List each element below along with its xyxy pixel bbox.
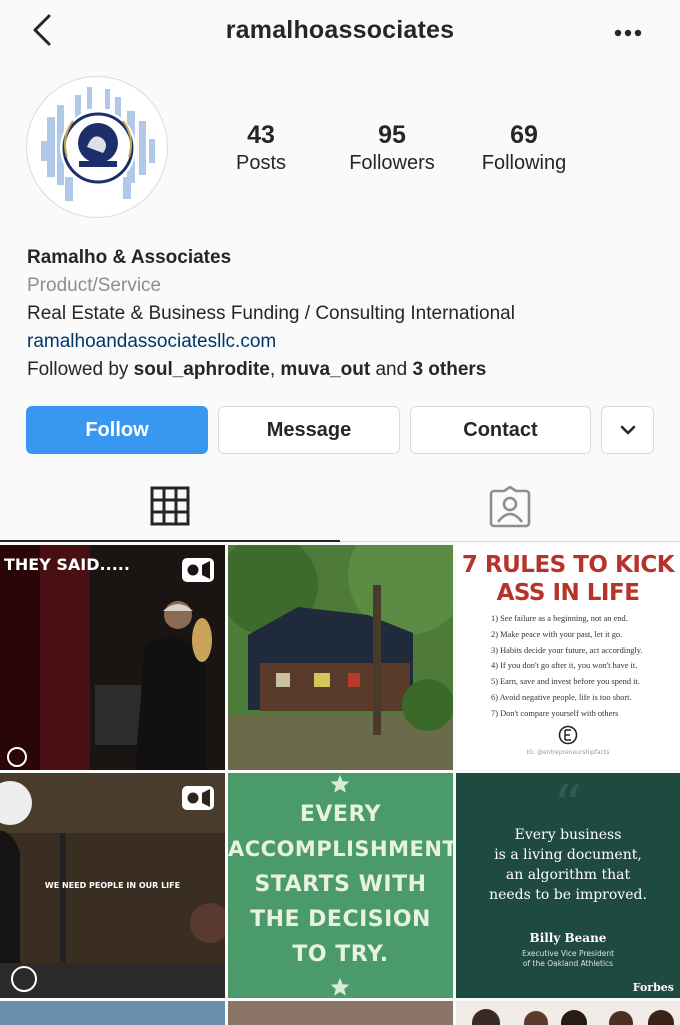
profile-avatar[interactable]: [26, 76, 168, 218]
quote-line: TO TRY.: [292, 942, 389, 967]
stat-label: Following: [481, 152, 567, 174]
stat-count: 43: [247, 121, 275, 149]
profile-username: ramalhoassociates: [225, 16, 455, 44]
p6-role-2: of the Oakland Athletics: [522, 959, 614, 968]
stat-count: 95: [378, 121, 406, 149]
grid-icon: [150, 486, 190, 526]
followed-prefix: Followed by: [27, 359, 134, 380]
profile-bio: Ramalho & Associates Product/Service Rea…: [27, 244, 657, 384]
followed-by-line[interactable]: Followed by soul_aphrodite, muva_out and…: [27, 356, 657, 384]
p6-quote: Every business is a living document, an …: [456, 825, 680, 905]
rule-item: 3) Habits decide your future, act accord…: [491, 645, 643, 655]
stat-label: Posts: [235, 152, 287, 174]
p3-title-1: 7 RULES TO KICK: [461, 552, 675, 578]
post-tile-2[interactable]: [228, 545, 453, 770]
quote-line: an algorithm that: [505, 867, 631, 883]
post-tile-1[interactable]: THEY SAID.....: [0, 545, 225, 770]
quote-line: STARTS WITH: [254, 872, 427, 897]
rule-item: 4) If you don't go after it, you won't h…: [491, 661, 638, 671]
post-tile-8[interactable]: [228, 1001, 453, 1025]
p6-author: Billy Beane: [529, 931, 607, 945]
stat-followers[interactable]: 95 Followers: [336, 120, 448, 176]
more-dots-icon: [614, 29, 642, 37]
stat-label: Followers: [349, 152, 435, 174]
more-options-button[interactable]: [612, 18, 644, 48]
quote-line: Every business: [514, 827, 622, 843]
contact-button[interactable]: Contact: [410, 406, 591, 454]
quote-line: is a living document,: [494, 847, 642, 863]
post-9-image: [456, 1001, 680, 1025]
profile-tabs: [0, 472, 680, 544]
p3-title-2: ASS IN LIFE: [496, 580, 640, 606]
profile-category: Product/Service: [27, 275, 162, 296]
quote-line: THE DECISION: [250, 907, 431, 932]
rule-item: 6) Avoid negative people, life is too sh…: [491, 692, 632, 702]
stat-count: 69: [510, 121, 538, 149]
post-tile-3[interactable]: 7 RULES TO KICK ASS IN LIFE 1) See failu…: [456, 545, 680, 770]
post-1-caption: THEY SAID.....: [4, 555, 130, 574]
suggested-accounts-button[interactable]: [601, 406, 654, 454]
star-icon: [330, 775, 350, 793]
followed-sep: ,: [269, 359, 281, 380]
p3-rules-list: 1) See failure as a beginning, not an en…: [491, 611, 643, 722]
video-icon: [182, 786, 214, 810]
profile-stats: 43 Posts 95 Followers 69 Following: [200, 120, 600, 180]
post-tile-4[interactable]: WE NEED PEOPLE IN OUR LIFE: [0, 773, 225, 998]
star-icon: [330, 978, 350, 996]
stat-following[interactable]: 69 Following: [468, 120, 580, 176]
p6-role-1: Executive Vice President: [521, 949, 615, 958]
top-bar: ramalhoassociates: [0, 0, 680, 64]
followed-user-1: soul_aphrodite: [133, 359, 270, 380]
message-button[interactable]: Message: [218, 406, 400, 454]
quote-line: EVERY: [299, 802, 382, 827]
rule-item: 1) See failure as a beginning, not an en…: [491, 614, 628, 623]
post-4-caption: WE NEED PEOPLE IN OUR LIFE: [44, 881, 181, 890]
p6-brand: Forbes: [632, 981, 674, 994]
stat-posts[interactable]: 43 Posts: [200, 120, 322, 176]
posts-grid: THEY SAID..... 7 RULES TO KICK ASS IN LI…: [0, 545, 680, 1025]
follow-button[interactable]: Follow: [26, 406, 208, 454]
profile-website-link[interactable]: ramalhoandassociatesllc.com: [27, 328, 657, 356]
followed-and: and: [370, 359, 413, 380]
profile-display-name: Ramalho & Associates: [27, 247, 232, 268]
rule-item: 5) Earn, save and invest before you spen…: [491, 677, 640, 687]
quote-line: ACCOMPLISHMENT: [228, 837, 453, 861]
p5-quote: EVERY ACCOMPLISHMENT STARTS WITH THE DEC…: [228, 797, 453, 972]
post-tile-9[interactable]: [456, 1001, 680, 1025]
tagged-icon: [489, 485, 531, 527]
quote-line: needs to be improved.: [489, 887, 647, 903]
rule-item: 7) Don't compare yourself with others: [491, 708, 619, 718]
followed-others: 3 others: [412, 359, 487, 380]
chevron-down-icon: [620, 425, 635, 435]
video-icon: [182, 558, 214, 582]
profile-description: Real Estate & Business Funding / Consult…: [27, 303, 515, 324]
post-2-image: [228, 545, 453, 770]
brand-logo-icon: [558, 725, 578, 745]
tab-tagged[interactable]: [340, 472, 680, 542]
post-tile-6[interactable]: “ Every business is a living document, a…: [456, 773, 680, 998]
tab-posts-grid[interactable]: [0, 472, 340, 542]
rule-item: 2) Make peace with your past, let it go.: [491, 629, 623, 639]
post-tile-7[interactable]: [0, 1001, 225, 1025]
avatar-logo: [41, 87, 155, 201]
p3-handle: IG: @entrepreneurshipfacts: [526, 749, 610, 756]
post-tile-5[interactable]: EVERY ACCOMPLISHMENT STARTS WITH THE DEC…: [228, 773, 453, 998]
followed-user-2: muva_out: [280, 359, 371, 380]
